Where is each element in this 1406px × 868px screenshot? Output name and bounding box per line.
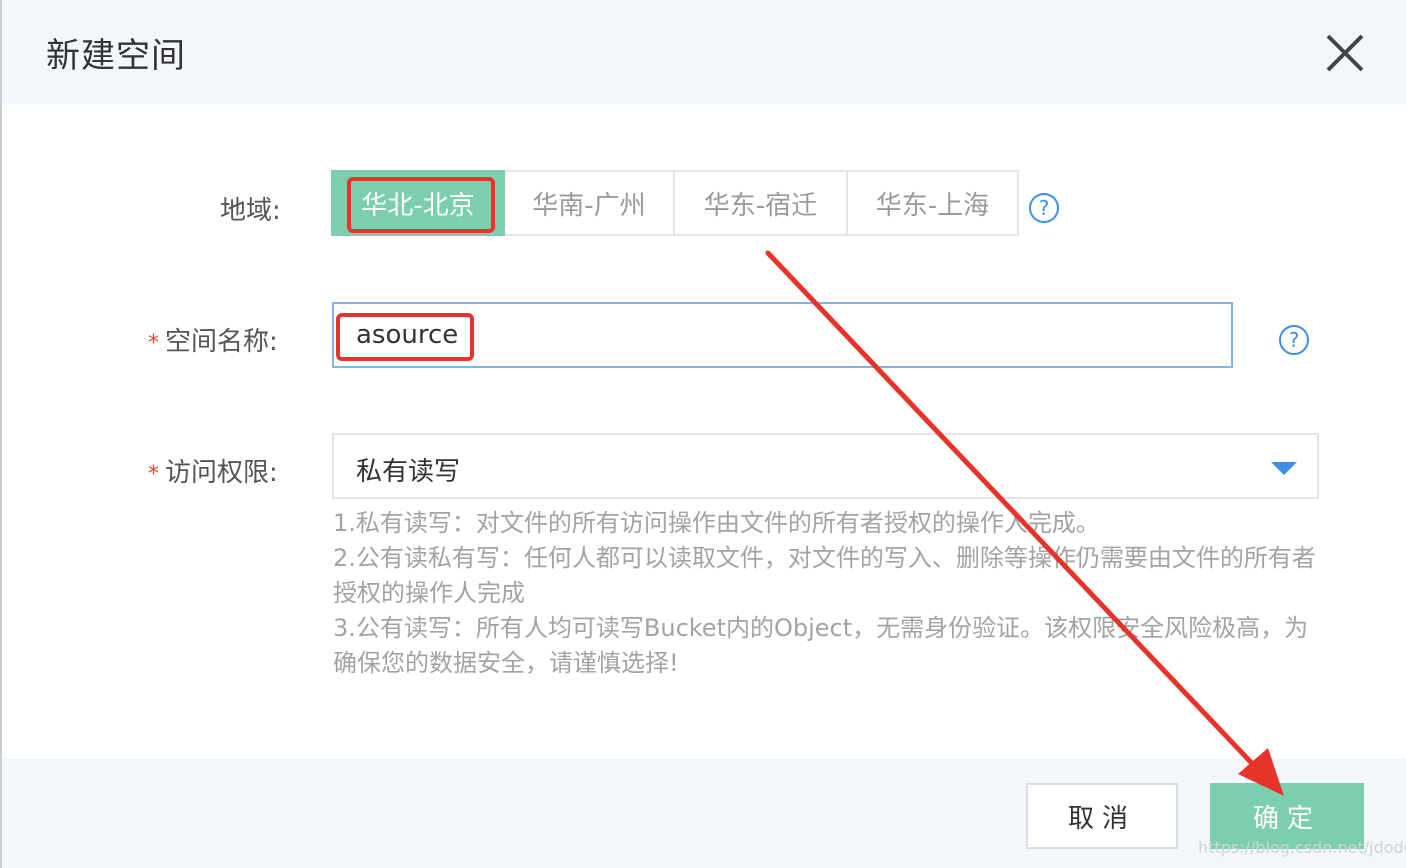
region-selector: 华北-北京 华南-广州 华东-宿迁 华东-上海	[331, 170, 1019, 236]
required-mark: *	[148, 462, 159, 487]
annotation-highlight-box	[347, 177, 495, 233]
cancel-button[interactable]: 取消	[1026, 783, 1178, 849]
region-option-guangzhou[interactable]: 华南-广州	[503, 170, 675, 236]
space-name-input[interactable]	[332, 302, 1233, 368]
close-icon	[1326, 34, 1364, 72]
dialog-header: 新建空间	[2, 0, 1406, 104]
access-description: 1.私有读写：对文件的所有访问操作由文件的所有者授权的操作人完成。 2.公有读私…	[333, 506, 1323, 681]
close-button[interactable]	[1320, 28, 1370, 78]
access-description-line: 3.公有读写：所有人均可读写Bucket内的Object，无需身份验证。该权限安…	[333, 614, 1309, 677]
region-option-label: 华东-上海	[875, 190, 990, 221]
region-option-label: 华南-广州	[532, 190, 646, 221]
region-label: 地域:	[220, 196, 281, 226]
region-help-icon[interactable]: ?	[1029, 193, 1059, 223]
watermark: https://blog.csdn.net/jdodev_	[1198, 838, 1406, 857]
region-option-label: 华东-宿迁	[703, 190, 818, 221]
space-name-label: * 空间名称:	[148, 321, 278, 358]
access-select-value: 私有读写	[356, 457, 461, 487]
access-label-text: 访问权限:	[165, 458, 278, 488]
access-select[interactable]: 私有读写	[332, 433, 1319, 499]
access-label: * 访问权限:	[148, 452, 278, 489]
dialog-title: 新建空间	[46, 36, 186, 76]
region-option-beijing[interactable]: 华北-北京	[331, 170, 505, 236]
required-mark: *	[148, 331, 159, 356]
space-name-help-icon[interactable]: ?	[1279, 325, 1309, 355]
caret-down-icon	[1271, 462, 1297, 475]
space-name-label-text: 空间名称:	[165, 327, 278, 357]
access-description-line: 2.公有读私有写：任何人都可以读取文件，对文件的写入、删除等操作仍需要由文件的所…	[333, 544, 1316, 607]
region-option-suqian[interactable]: 华东-宿迁	[673, 170, 848, 236]
dialog-footer	[2, 758, 1406, 868]
region-option-shanghai[interactable]: 华东-上海	[846, 170, 1019, 236]
access-description-line: 1.私有读写：对文件的所有访问操作由文件的所有者授权的操作人完成。	[333, 509, 1100, 537]
create-space-dialog: 新建空间 地域: 华北-北京 华南-广州 华东-宿迁 华东-上海 ? * 空间名称…	[0, 0, 1406, 868]
